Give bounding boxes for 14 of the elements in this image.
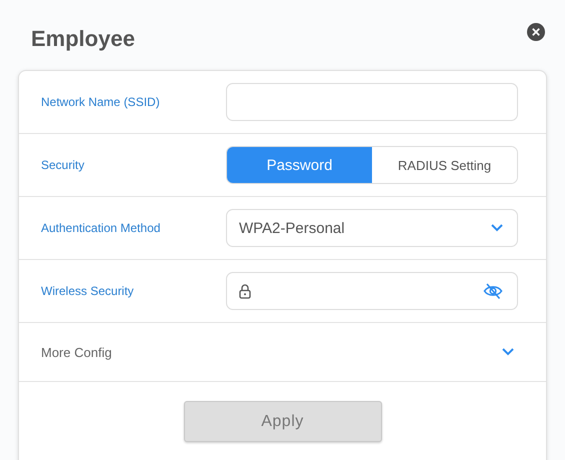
dropdown[interactable]: WPA2-Personal	[226, 209, 518, 247]
chevron-down-icon	[502, 348, 514, 356]
section-toggle-label: More Config	[41, 344, 113, 360]
field-label: Wireless Security	[41, 284, 135, 298]
field-label: Authentication Method	[41, 221, 162, 235]
password-field[interactable]	[226, 272, 518, 310]
close-icon[interactable]	[527, 23, 545, 41]
chevron-down-icon	[491, 224, 503, 232]
field-label: Network Name (SSID)	[41, 95, 161, 109]
text-field[interactable]	[226, 83, 518, 121]
eye-slash-icon[interactable]	[483, 282, 503, 300]
dialog-title: Employee	[31, 26, 135, 52]
padlock-icon	[239, 284, 251, 298]
field-label: Security	[41, 158, 86, 172]
